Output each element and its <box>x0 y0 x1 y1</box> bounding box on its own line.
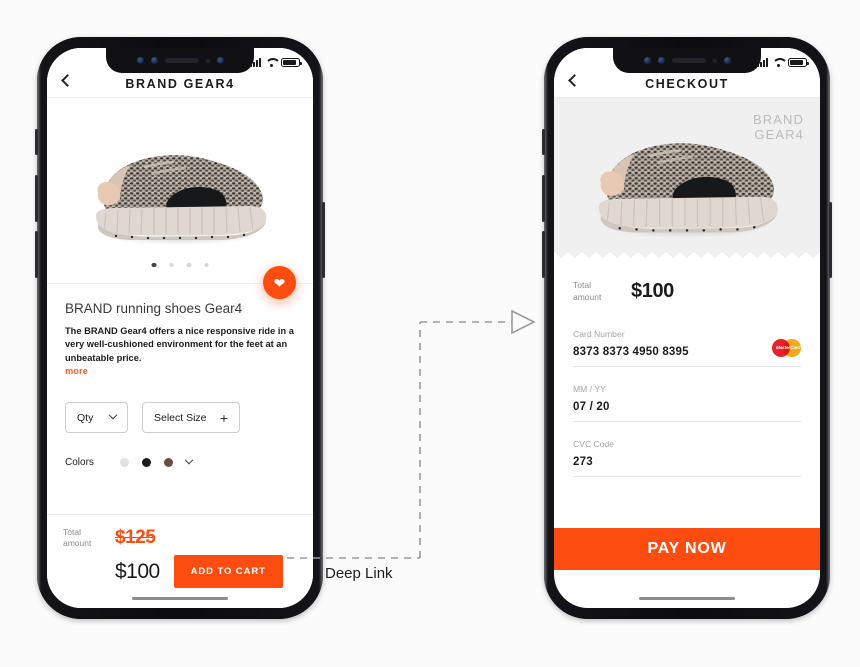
product-description: The BRAND Gear4 offers a nice responsive… <box>65 326 294 363</box>
expiry-label: MM / YY <box>573 384 606 394</box>
ir-sensor-icon <box>150 57 158 64</box>
front-camera-icon <box>643 57 651 64</box>
battery-icon <box>788 58 809 67</box>
original-price: $125 <box>115 527 156 548</box>
add-to-cart-button[interactable]: ADD TO CART <box>173 555 283 588</box>
heart-icon: ❤ <box>273 274 286 291</box>
cvc-label: CVC Code <box>573 439 615 449</box>
status-bar <box>757 53 809 67</box>
selector-row: Qty Select Size + <box>47 376 313 434</box>
card-number-label: Card Number <box>573 329 625 339</box>
color-swatch-black[interactable] <box>141 458 151 468</box>
volume-up-button[interactable] <box>35 175 38 222</box>
page-title: BRAND GEAR4 <box>125 76 235 91</box>
dot-projector-icon <box>216 57 224 64</box>
color-swatch-light[interactable] <box>119 458 129 468</box>
gallery-dot[interactable] <box>186 262 191 267</box>
total-amount-label: Total amount <box>573 280 602 302</box>
back-icon[interactable] <box>61 74 74 87</box>
diagram-canvas: BRAND GEAR4 ❤ BRAND running shoes Gear4 … <box>0 0 860 667</box>
chevron-down-icon[interactable] <box>184 455 194 465</box>
earpiece-speaker-icon <box>164 58 199 63</box>
power-button[interactable] <box>322 202 325 278</box>
wifi-icon <box>265 58 277 67</box>
chevron-down-icon <box>108 410 118 420</box>
original-price-row: Total amount $125 <box>63 527 297 549</box>
card-number-field[interactable]: Card Number 8373 8373 4950 8395 MasterCa… <box>573 329 801 367</box>
volume-down-button[interactable] <box>35 231 38 278</box>
cvc-value[interactable]: 273 <box>573 456 801 468</box>
home-indicator <box>639 597 735 600</box>
mastercard-icon: MasterCard <box>772 339 801 357</box>
zigzag-edge-icon <box>554 252 820 258</box>
battery-icon <box>281 58 302 67</box>
plus-icon: + <box>219 409 228 426</box>
gallery-dot[interactable] <box>151 262 156 267</box>
card-number-value[interactable]: 8373 8373 4950 8395 <box>573 346 801 358</box>
screen-checkout: CHECKOUT BRAND GEAR4 Total amount $100 C… <box>554 48 820 608</box>
back-icon[interactable] <box>568 74 581 87</box>
checkout-form: Total amount $100 Card Number 8373 8373 … <box>554 258 820 477</box>
cvc-field[interactable]: CVC Code 273 <box>573 439 801 477</box>
read-more-link[interactable]: more <box>65 366 295 376</box>
colors-label: Colors <box>65 457 94 469</box>
earpiece-speaker-icon <box>671 58 706 63</box>
notch <box>106 48 254 73</box>
notch <box>613 48 761 73</box>
quantity-select[interactable]: Qty <box>65 402 128 434</box>
gallery-dot[interactable] <box>204 262 209 267</box>
silent-switch[interactable] <box>35 129 38 155</box>
quantity-label: Qty <box>77 411 94 424</box>
front-camera-icon <box>136 57 144 64</box>
brand-watermark: BRAND GEAR4 <box>752 112 804 143</box>
order-total-row: Total amount $100 <box>573 280 801 303</box>
home-indicator <box>132 597 228 600</box>
arrow-right-outline-icon <box>511 309 536 335</box>
ambient-sensor-icon <box>712 58 717 63</box>
signal-bars-icon <box>250 58 261 67</box>
ir-sensor-icon <box>657 57 665 64</box>
total-amount-label: Total amount <box>63 527 92 548</box>
receipt-zigzag-divider <box>554 246 820 258</box>
screen-product-detail: BRAND GEAR4 ❤ BRAND running shoes Gear4 … <box>47 48 313 608</box>
gallery-pagination[interactable] <box>151 262 209 267</box>
phone-checkout: CHECKOUT BRAND GEAR4 Total amount $100 C… <box>542 37 832 619</box>
favorite-button[interactable]: ❤ <box>263 266 296 299</box>
gallery-dot[interactable] <box>169 262 174 267</box>
dot-projector-icon <box>723 57 731 64</box>
silent-switch[interactable] <box>542 129 545 155</box>
color-swatch-brown[interactable] <box>163 458 173 468</box>
ambient-sensor-icon <box>205 58 210 63</box>
page-title: CHECKOUT <box>645 76 729 91</box>
expiry-value[interactable]: 07 / 20 <box>573 401 801 413</box>
product-image-shoe <box>96 154 267 245</box>
volume-up-button[interactable] <box>542 175 545 222</box>
total-amount-value: $100 <box>631 280 674 302</box>
size-label: Select Size <box>154 411 207 424</box>
pay-now-button[interactable]: PAY NOW <box>554 528 820 570</box>
wifi-icon <box>772 58 784 67</box>
status-bar <box>250 53 302 67</box>
final-price-row: $100 ADD TO CART <box>63 555 297 588</box>
product-gallery[interactable]: ❤ <box>47 98 313 299</box>
signal-bars-icon <box>757 58 768 67</box>
final-price: $100 <box>115 559 160 583</box>
deep-link-label: Deep Link <box>325 565 393 582</box>
color-selector: Colors <box>47 433 313 468</box>
size-select[interactable]: Select Size + <box>142 402 240 434</box>
expiry-field[interactable]: MM / YY 07 / 20 <box>573 384 801 422</box>
phone-product-detail: BRAND GEAR4 ❤ BRAND running shoes Gear4 … <box>35 37 325 619</box>
checkout-hero: BRAND GEAR4 <box>554 98 820 258</box>
power-button[interactable] <box>829 202 832 278</box>
volume-down-button[interactable] <box>542 231 545 278</box>
purchase-bar: Total amount $125 $100 ADD TO CART <box>47 514 313 608</box>
product-title: BRAND running shoes Gear4 <box>65 301 243 316</box>
